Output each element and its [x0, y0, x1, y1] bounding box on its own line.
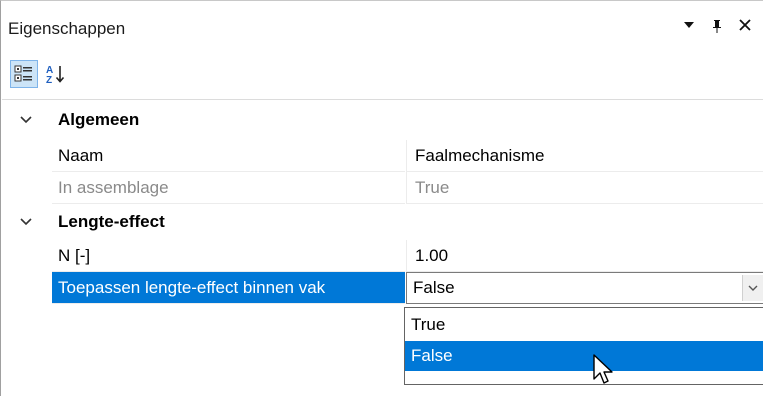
option-label: False — [411, 346, 453, 365]
category-algemeen[interactable]: Algemeen — [2, 104, 763, 136]
option-label: True — [411, 315, 446, 334]
property-value-combobox[interactable]: False — [406, 272, 763, 304]
property-name-cell[interactable]: In assemblage — [52, 172, 405, 204]
chevron-down-icon[interactable] — [16, 110, 36, 130]
property-name: In assemblage — [58, 178, 169, 197]
pin-icon[interactable] — [710, 18, 724, 39]
property-row-in-assemblage[interactable]: In assemblage True — [2, 172, 763, 204]
properties-panel: Eigenschappen A Z Algemeen Naam Faalmech… — [0, 0, 763, 398]
property-row-n[interactable]: N [-] 1.00 — [2, 240, 763, 272]
category-lengte-effect[interactable]: Lengte-effect — [2, 206, 763, 238]
property-row-naam[interactable]: Naam Faalmechanisme — [2, 140, 763, 172]
property-name-cell[interactable]: Naam — [52, 140, 405, 172]
panel-toolbar: A Z — [2, 54, 763, 96]
alphabetical-sort-button[interactable]: A Z — [42, 60, 70, 88]
dropdown-list: True False — [404, 307, 763, 385]
categorized-view-icon — [14, 65, 32, 82]
property-value: True — [415, 178, 450, 197]
property-name-cell[interactable]: N [-] — [52, 240, 405, 272]
property-row-toepassen-lengte-effect[interactable]: Toepassen lengte-effect binnen vak False — [2, 272, 763, 304]
dropdown-arrow-icon[interactable] — [682, 18, 696, 37]
property-value: 1.00 — [415, 246, 449, 265]
property-value-cell[interactable]: Faalmechanisme — [406, 140, 763, 172]
property-name-cell[interactable]: Toepassen lengte-effect binnen vak — [52, 272, 405, 304]
chevron-down-icon — [748, 285, 758, 291]
mouse-cursor-icon — [593, 354, 613, 384]
panel-titlebar: Eigenschappen — [2, 9, 763, 49]
combobox-dropdown-button[interactable] — [742, 275, 763, 301]
dropdown-option-false[interactable]: False — [405, 341, 763, 371]
property-value-cell: True — [406, 172, 763, 204]
property-name: N [-] — [58, 246, 91, 265]
combobox-value: False — [413, 278, 455, 297]
property-value: Faalmechanisme — [415, 146, 545, 165]
property-name: Naam — [58, 146, 104, 165]
category-label: Algemeen — [58, 110, 140, 129]
chevron-down-icon[interactable] — [16, 212, 36, 232]
svg-text:Z: Z — [46, 75, 52, 85]
categorized-view-button[interactable] — [10, 60, 38, 88]
property-value-cell[interactable]: 1.00 — [406, 240, 763, 272]
close-icon[interactable] — [738, 18, 752, 37]
panel-title: Eigenschappen — [8, 19, 126, 38]
sort-alphabetical-icon: A Z — [46, 65, 65, 85]
category-label: Lengte-effect — [58, 212, 165, 231]
property-name: Toepassen lengte-effect binnen vak — [58, 278, 326, 297]
dropdown-option-true[interactable]: True — [405, 310, 763, 340]
